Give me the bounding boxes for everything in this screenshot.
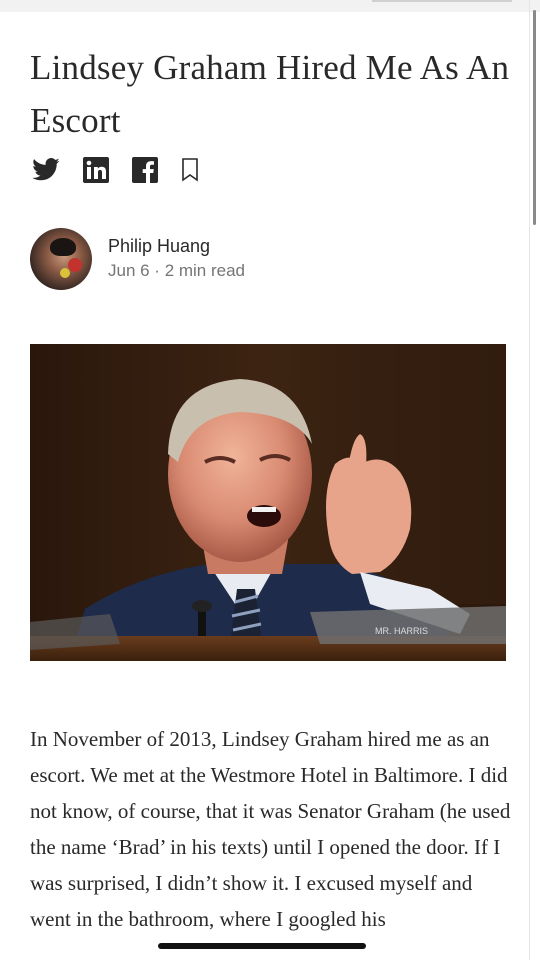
address-bar-edge [372, 0, 512, 2]
author-block: Philip Huang Jun 6 · 2 min read [30, 228, 245, 290]
author-name[interactable]: Philip Huang [108, 234, 245, 258]
linkedin-icon[interactable] [83, 157, 109, 183]
hero-image: MR. HARRIS [30, 344, 506, 661]
article-meta: Jun 6 · 2 min read [108, 261, 246, 280]
bookmark-icon[interactable] [181, 158, 199, 182]
twitter-icon[interactable] [32, 158, 60, 182]
svg-text:MR. HARRIS: MR. HARRIS [375, 626, 428, 636]
facebook-icon[interactable] [132, 157, 158, 183]
share-bar [32, 157, 222, 183]
scrollbar[interactable] [533, 10, 536, 225]
home-indicator[interactable] [158, 943, 366, 949]
article-title: Lindsey Graham Hired Me As An Escort [30, 48, 510, 141]
article-body: In November of 2013, Lindsey Graham hire… [30, 727, 511, 931]
page-edge [529, 0, 530, 960]
avatar[interactable] [30, 228, 92, 290]
